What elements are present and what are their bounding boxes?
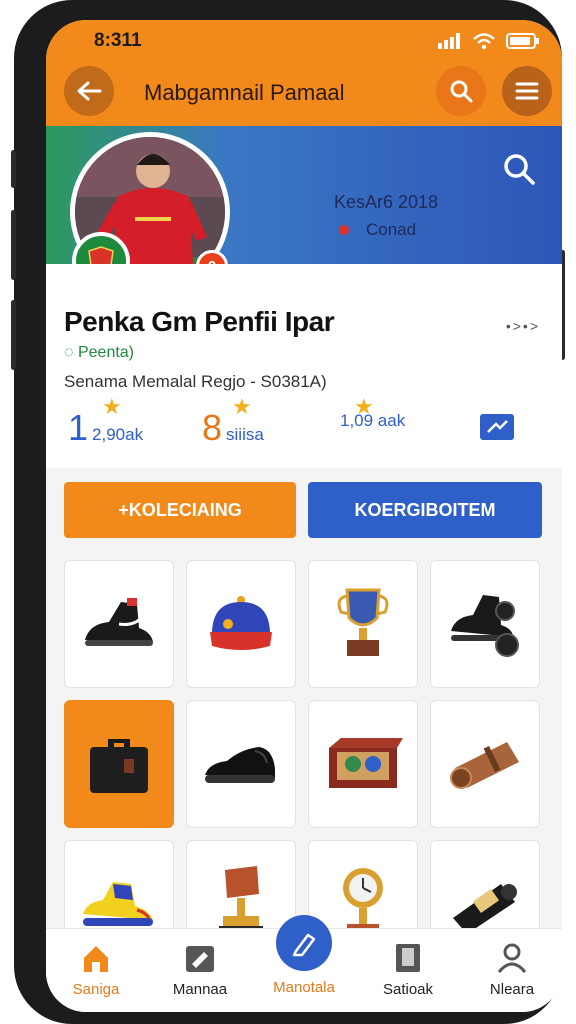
banner-search-icon[interactable] [502, 152, 536, 186]
scope-icon [450, 742, 519, 789]
nav-home[interactable]: Saniga [48, 941, 144, 998]
star-icon: ★ [354, 394, 374, 419]
status-icons [438, 32, 540, 50]
nav-profile[interactable]: Nleara [464, 941, 560, 998]
profile-card: Penka Gm Penfii Ipar •>•> ◌ Peenta) Sena… [46, 264, 562, 468]
item-bronze-scope[interactable] [430, 700, 540, 828]
volume-up-button [11, 210, 16, 280]
item-black-football-boot[interactable] [64, 560, 174, 688]
user-icon [497, 943, 527, 973]
nav-shop-label: Satioak [382, 981, 434, 998]
stat-1: ★ 1 2,90ak [68, 394, 144, 448]
profile-name: Penka Gm Penfii Ipar [64, 306, 335, 337]
nav-center[interactable]: Manotala [256, 979, 352, 996]
nav-center-label: Manotala [273, 979, 335, 996]
stat-1-label: 2,90ak [92, 425, 144, 444]
phone-frame: 8:311 Mabgamnail Pamaal KesAr6 2018 Cona… [11, 0, 565, 1024]
shoe-icon [205, 747, 275, 783]
star-icon: ★ [232, 394, 252, 419]
nav-messages-label: Mannaa [172, 981, 228, 998]
book-icon [396, 944, 420, 972]
edit-icon [186, 946, 214, 972]
boot-icon [85, 598, 153, 646]
cap-icon [210, 596, 272, 650]
wifi-icon [473, 33, 495, 50]
arrow-left-icon [77, 81, 102, 101]
banner-line-2: Conad [366, 220, 417, 239]
status-time: 8:311 [94, 30, 142, 51]
hamburger-icon [515, 82, 539, 100]
star-icon: ★ [102, 394, 122, 419]
skate-icon [451, 595, 519, 657]
center-action-button[interactable] [276, 915, 332, 971]
profile-subtitle-text: Peenta) [77, 344, 135, 361]
app-title: Mabgamnail Pamaal [144, 80, 345, 105]
stat-1-value: 1 [68, 407, 89, 448]
bottom-navigation: Saniga Mannaa Manotala Satioak Nleara [46, 915, 562, 1012]
nav-messages[interactable]: Mannaa [152, 941, 248, 998]
battery-icon [506, 33, 539, 49]
flag-icon [339, 225, 349, 235]
back-button[interactable] [64, 66, 114, 116]
pencil-icon [292, 933, 316, 957]
box-icon [329, 738, 403, 788]
item-button[interactable]: KOERGIBOITEM [308, 482, 542, 538]
nav-profile-label: Nleara [489, 981, 535, 998]
volume-down-button [11, 300, 16, 370]
stat-2: ★ 8 siiisa [202, 394, 264, 448]
profile-subtitle: ◌ Peenta) [64, 344, 134, 362]
more-link[interactable]: •>•> [506, 318, 540, 334]
stat-3: ★ 1,09 aak [336, 394, 405, 432]
item-blue-cap[interactable] [186, 560, 296, 688]
share-icon[interactable] [480, 414, 514, 440]
home-icon [84, 946, 108, 972]
stat-2-value: 8 [202, 407, 223, 448]
item-black-case[interactable] [64, 700, 174, 828]
menu-button[interactable] [502, 66, 552, 116]
trophy-icon [337, 588, 389, 656]
stat-2-label: siiisa [226, 425, 264, 444]
search-icon [450, 80, 473, 103]
app-header: 8:311 Mabgamnail Pamaal [46, 20, 562, 126]
item-trophy[interactable] [308, 560, 418, 688]
sneaker-icon [83, 882, 153, 926]
collecting-button[interactable]: +KOLECIAING [64, 482, 296, 538]
banner-line-1: KesAr6 2018 [334, 192, 439, 212]
search-button[interactable] [436, 66, 486, 116]
item-black-shoe[interactable] [186, 700, 296, 828]
nav-shop[interactable]: Satioak [360, 941, 456, 998]
cylinder-icon [453, 884, 517, 934]
item-collector-box[interactable] [308, 700, 418, 828]
case-icon [90, 739, 148, 793]
signal-icon [438, 33, 460, 49]
nav-home-label: Saniga [72, 981, 120, 998]
profile-description: Senama Memalal Regjo - S0381A) [64, 372, 327, 391]
screen: 8:311 Mabgamnail Pamaal KesAr6 2018 Cona… [46, 20, 562, 1012]
item-black-roller-skate[interactable] [430, 560, 540, 688]
mute-switch [11, 150, 16, 188]
verified-icon: ◌ [64, 344, 74, 361]
